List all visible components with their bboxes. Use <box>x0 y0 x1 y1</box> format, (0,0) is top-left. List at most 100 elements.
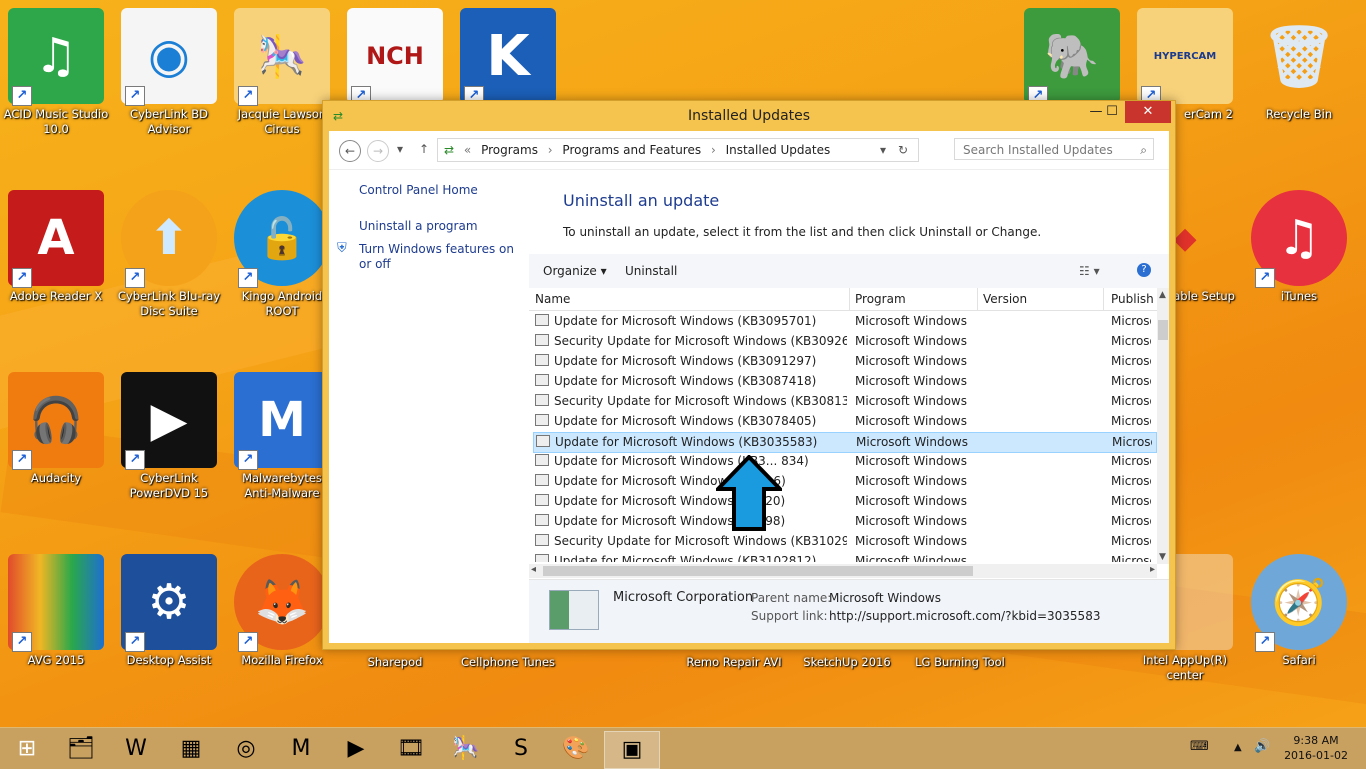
desktop-icon-adobe-reader[interactable]: A ↗ Adobe Reader X <box>2 190 110 304</box>
desktop-icon-bluray[interactable]: ⬆ ↗ CyberLink Blu-ray Disc Suite <box>115 190 223 319</box>
refresh-icon[interactable]: ↻ <box>898 139 908 161</box>
desktop-icon-k5[interactable]: K ↗ <box>454 8 562 106</box>
horizontal-scrollbar[interactable]: ◂ ▸ <box>529 564 1157 578</box>
film-icon[interactable]: 🎞 <box>384 731 438 767</box>
column-program[interactable]: Program <box>855 292 906 306</box>
desktop-icon-nch[interactable]: NCH ↗ <box>341 8 449 106</box>
table-row[interactable]: Update for Microsoft Windows (KB... 6) Mi… <box>533 472 1157 491</box>
speaker-icon[interactable]: 🔊 <box>1254 739 1270 754</box>
clock-date: 2016-01-02 <box>1284 749 1348 762</box>
k5-icon: K ↗ <box>460 8 556 106</box>
view-options-icon[interactable]: ☷ ▾ <box>1079 264 1100 278</box>
table-row[interactable]: Update for Microsoft Windows (KB3095701)… <box>533 312 1157 331</box>
breadcrumb-installed-updates[interactable]: Installed Updates <box>726 143 831 157</box>
update-icon <box>535 534 549 546</box>
control-panel-home-link[interactable]: Control Panel Home <box>359 183 478 197</box>
desktop-icon-sketchup[interactable]: SketchUp 2016 <box>793 652 901 670</box>
recent-dropdown-icon[interactable]: ▾ <box>397 142 403 156</box>
table-row[interactable]: Update for Microsoft Windows (KB3078405)… <box>533 412 1157 431</box>
desktop-icon-bd-advisor[interactable]: ◉ ↗ CyberLink BD Advisor <box>115 8 223 137</box>
vertical-scroll-thumb[interactable] <box>1158 320 1168 340</box>
tray-expand-icon[interactable]: ▲ <box>1234 742 1242 753</box>
desktop-icon-recycle-bin[interactable]: 🗑 Recycle Bin <box>1245 8 1353 122</box>
table-row[interactable]: Update for Microsoft Windows (KB3091297)… <box>533 352 1157 371</box>
media-player-icon[interactable]: ▶ <box>329 731 383 767</box>
breadcrumb-programs-features[interactable]: Programs and Features <box>562 143 701 157</box>
update-publisher: Microso <box>1111 474 1151 488</box>
update-program: Microsoft Windows <box>856 435 968 449</box>
table-row[interactable]: Security Update for Microsoft Windows (K… <box>533 392 1157 411</box>
desktop-icon-cellphone-tunes[interactable]: Cellphone Tunes <box>454 652 562 670</box>
avg-icon: ↗ <box>8 554 104 652</box>
table-row[interactable]: Update for Microsoft Windows (K... 98) Mi… <box>533 512 1157 531</box>
paint-icon[interactable]: 🎨 <box>549 731 603 767</box>
table-row[interactable]: Update for Microsoft Windows (KB3... 834… <box>533 452 1157 471</box>
update-program: Microsoft Windows <box>855 414 967 428</box>
horizontal-scroll-thumb[interactable] <box>543 566 973 576</box>
maximize-button[interactable]: ☐ <box>1097 101 1127 123</box>
shortcut-arrow-icon: ↗ <box>12 632 32 652</box>
shortcut-arrow-icon: ↗ <box>238 86 258 106</box>
control-panel-small-icon: ⇄ <box>444 143 455 157</box>
breadcrumb-programs[interactable]: Programs <box>481 143 538 157</box>
help-icon[interactable]: ? <box>1137 263 1151 277</box>
close-button[interactable]: ✕ <box>1125 101 1171 123</box>
shortcut-arrow-icon: ↗ <box>238 450 258 470</box>
table-row[interactable]: Update for Microsoft Windows (K... 20) Mi… <box>533 492 1157 511</box>
windows-features-link[interactable]: Turn Windows features on or off <box>359 242 519 272</box>
table-row[interactable]: Update for Microsoft Windows (KB3087418)… <box>533 372 1157 391</box>
skype-icon[interactable]: S <box>494 731 548 767</box>
desktop-icon-itunes[interactable]: ♫ ↗ iTunes <box>1245 190 1353 304</box>
table-row[interactable]: Security Update for Microsoft Windows (K… <box>533 532 1157 551</box>
desktop-icon-acid[interactable]: ♫ ↗ ACID Music Studio 10.0 <box>2 8 110 137</box>
command-bar: Organize ▾ Uninstall ☷ ▾ ? <box>529 254 1169 288</box>
desktop-icon-malwarebytes[interactable]: M ↗ Malwarebytes Anti-Malware <box>228 372 336 501</box>
update-program: Microsoft Windows <box>855 394 967 408</box>
support-link[interactable]: http://support.microsoft.com/?kbid=30355… <box>829 609 1100 623</box>
cyberlink-bd-icon: ◉ ↗ <box>121 8 217 106</box>
table-row[interactable]: Update for Microsoft Windows (KB3102812)… <box>533 552 1157 562</box>
malwarebytes-taskbar-icon[interactable]: M <box>274 731 328 767</box>
shortcut-arrow-icon: ↗ <box>12 450 32 470</box>
desktop-icon-desktop-assist[interactable]: ⚙ ↗ Desktop Assist <box>115 554 223 668</box>
title-bar[interactable]: ⇄ Installed Updates — ☐ ✕ <box>323 101 1175 131</box>
table-row[interactable]: Security Update for Microsoft Windows (K… <box>533 332 1157 351</box>
address-bar[interactable]: ⇄ « Programs › Programs and Features › I… <box>437 138 919 162</box>
keyboard-icon[interactable]: ⌨ <box>1190 739 1209 754</box>
update-publisher: Microso <box>1111 374 1151 388</box>
organize-button[interactable]: Organize ▾ <box>543 264 607 278</box>
forward-button[interactable]: → <box>367 140 389 162</box>
desktop-icon-lg-burning[interactable]: LG Burning Tool <box>906 652 1014 670</box>
desktop-icon-audacity[interactable]: 🎧 ↗ Audacity <box>2 372 110 486</box>
up-arrow-icon[interactable]: ↑ <box>419 142 429 156</box>
carousel-taskbar-icon[interactable]: 🎠 <box>439 731 493 767</box>
chrome-icon[interactable]: ◎ <box>219 731 273 767</box>
shortcut-arrow-icon: ↗ <box>1255 268 1275 288</box>
address-dropdown-icon[interactable]: ▾ <box>880 139 886 161</box>
desktop-icon-firefox[interactable]: 🦊 ↗ Mozilla Firefox <box>228 554 336 668</box>
table-row[interactable]: Update for Microsoft Windows (KB3035583)… <box>533 432 1157 453</box>
column-version[interactable]: Version <box>983 292 1027 306</box>
update-publisher: Microso <box>1111 554 1151 562</box>
vertical-scrollbar[interactable]: ▲ ▼ <box>1157 288 1169 564</box>
desktop-icon-safari[interactable]: 🧭 ↗ Safari <box>1245 554 1353 668</box>
desktop-icon-avg[interactable]: ↗ AVG 2015 <box>2 554 110 668</box>
column-publisher[interactable]: Publish <box>1111 292 1154 306</box>
desktop-icon-powerdvd[interactable]: ▶ ↗ CyberLink PowerDVD 15 <box>115 372 223 501</box>
desktop-icon-kingo[interactable]: 🔓 ↗ Kingo Android ROOT <box>228 190 336 319</box>
desktop-icon-remo[interactable]: Remo Repair AVI <box>680 652 788 670</box>
uninstall-button[interactable]: Uninstall <box>625 264 677 278</box>
desktop-icon-sharepod[interactable]: Sharepod <box>341 652 449 670</box>
desktop-icon-evernote[interactable]: 🐘 ↗ <box>1018 8 1126 106</box>
uninstall-program-link[interactable]: Uninstall a program <box>359 219 478 233</box>
search-input[interactable]: Search Installed Updates ⌕ <box>954 138 1154 160</box>
desktop-icon-circus[interactable]: 🎠 ↗ Jacquie Lawson Circus <box>228 8 336 137</box>
control-panel-taskbar-icon[interactable]: ▣ <box>604 731 660 769</box>
avg-taskbar-icon[interactable]: ▦ <box>164 731 218 767</box>
column-name[interactable]: Name <box>535 292 570 306</box>
clock[interactable]: 9:38 AM 2016-01-02 <box>1284 733 1348 763</box>
file-explorer-icon[interactable]: 🗂 <box>54 731 108 767</box>
start-button[interactable]: ⊞ <box>0 731 54 767</box>
wordpress-icon[interactable]: W <box>109 731 163 767</box>
back-button[interactable]: ← <box>339 140 361 162</box>
